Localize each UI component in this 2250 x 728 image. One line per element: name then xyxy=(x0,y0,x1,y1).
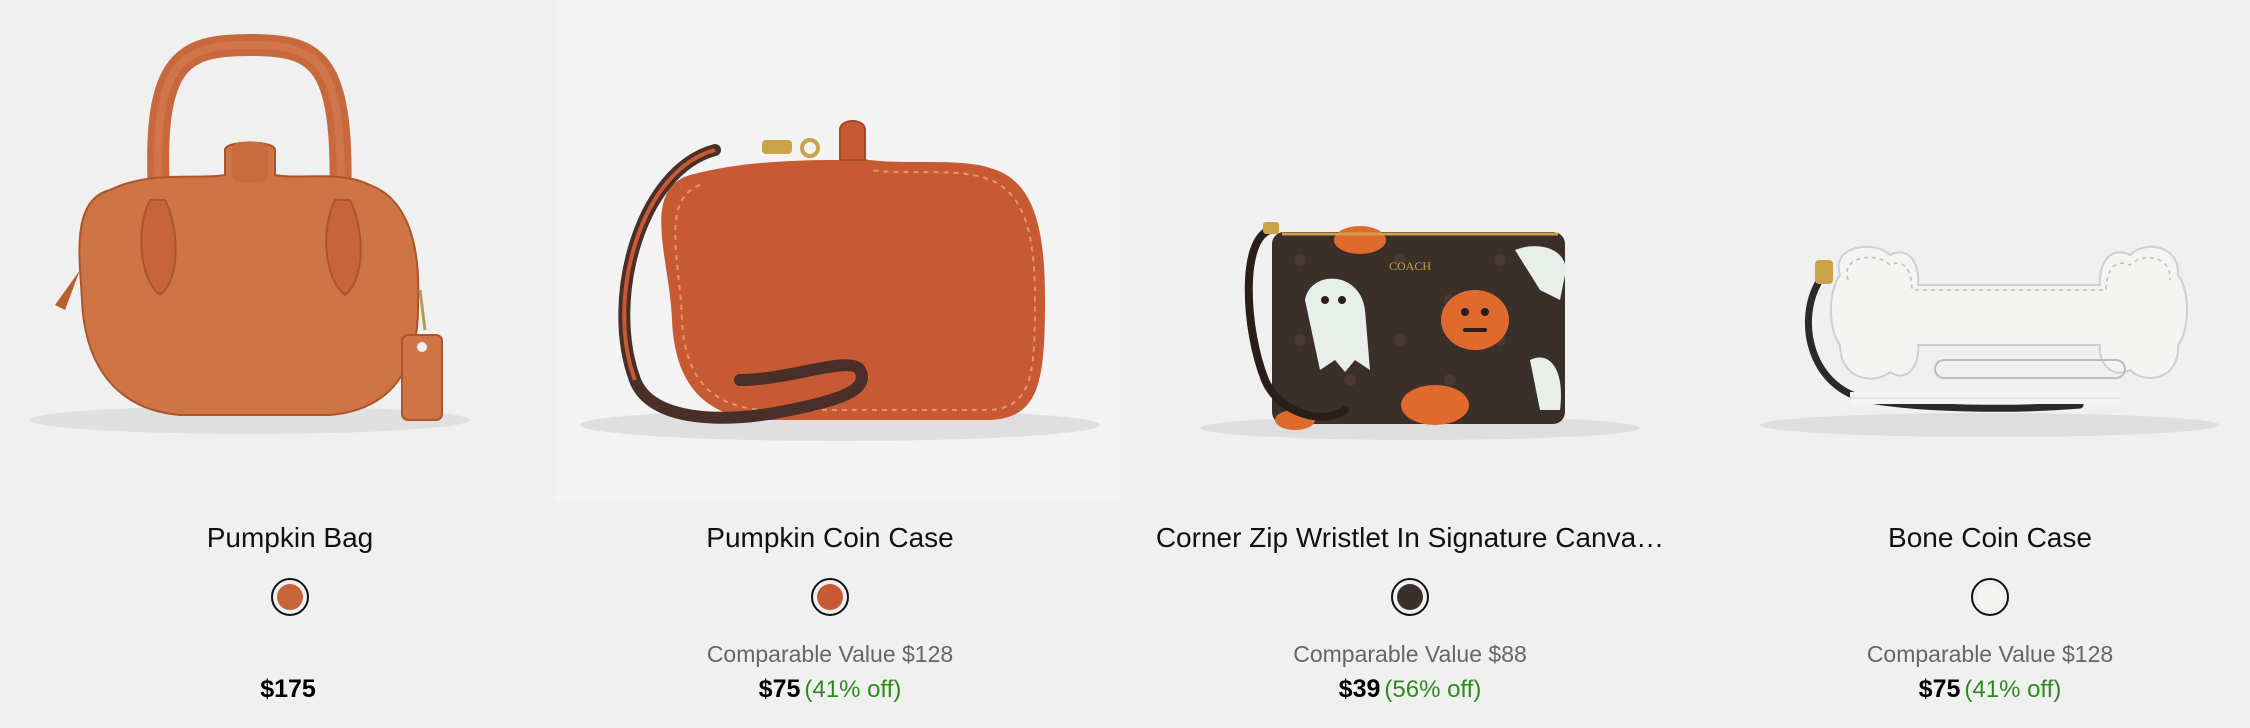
product-image-pumpkin-bag[interactable] xyxy=(0,0,580,500)
swatch-color-dot xyxy=(277,584,303,610)
pumpkin-bag-image xyxy=(30,33,470,434)
sale-price: $75 xyxy=(1918,675,1961,703)
comparable-value: Comparable Value $128 xyxy=(1866,641,2114,667)
product-title[interactable]: Pumpkin Bag xyxy=(0,522,580,554)
product-card-pumpkin-coin-case[interactable]: Pumpkin Coin Case Comparable Value $128 … xyxy=(540,0,1120,728)
product-image-pumpkin-coin-case[interactable] xyxy=(540,0,1120,500)
sale-price: $39 xyxy=(1338,675,1381,703)
swatch-color-dot xyxy=(1397,584,1423,610)
bone-coin-case-image xyxy=(1760,245,2220,437)
svg-text:COACH: COACH xyxy=(1389,259,1431,273)
product-title[interactable]: Bone Coin Case xyxy=(1700,522,2250,554)
sale-price: $175 xyxy=(260,675,316,703)
price-row: $75 (41% off) xyxy=(1700,675,2250,704)
swatch-color-dot xyxy=(1977,584,2003,610)
color-swatch[interactable] xyxy=(1391,578,1429,616)
product-card-bone-coin-case[interactable]: Bone Coin Case Comparable Value $128 $75… xyxy=(1700,0,2250,728)
price-row: $75 (41% off) xyxy=(540,675,1120,704)
discount-label: (41% off) xyxy=(804,676,902,703)
product-card-pumpkin-bag[interactable]: Pumpkin Bag $175 xyxy=(0,0,580,728)
comparable-value: Comparable Value $128 xyxy=(706,641,954,667)
product-image-bone-coin-case[interactable] xyxy=(1700,0,2250,500)
comparable-value: Comparable Value $88 xyxy=(1293,641,1527,667)
discount-label: (56% off) xyxy=(1384,676,1482,703)
swatch-color-dot xyxy=(817,584,843,610)
product-title[interactable]: Corner Zip Wristlet In Signature Canva… xyxy=(1120,522,1700,554)
corner-zip-wristlet-image: COACH xyxy=(1200,222,1640,440)
price-row: $175 xyxy=(0,675,580,704)
discount-label: (41% off) xyxy=(1964,676,2062,703)
product-image-corner-zip-wristlet[interactable]: COACH xyxy=(1120,0,1700,500)
color-swatch[interactable] xyxy=(811,578,849,616)
product-card-corner-zip-wristlet[interactable]: COACH Corner Zip Wristlet In Signature C… xyxy=(1120,0,1700,728)
color-swatch[interactable] xyxy=(1971,578,2009,616)
product-grid: Pumpkin Bag $175 Pumpkin Coin Case Compa… xyxy=(0,0,2250,728)
sale-price: $75 xyxy=(758,675,801,703)
product-title[interactable]: Pumpkin Coin Case xyxy=(540,522,1120,554)
pumpkin-coin-case-image xyxy=(555,0,1120,500)
price-row: $39 (56% off) xyxy=(1120,675,1700,704)
color-swatch[interactable] xyxy=(271,578,309,616)
